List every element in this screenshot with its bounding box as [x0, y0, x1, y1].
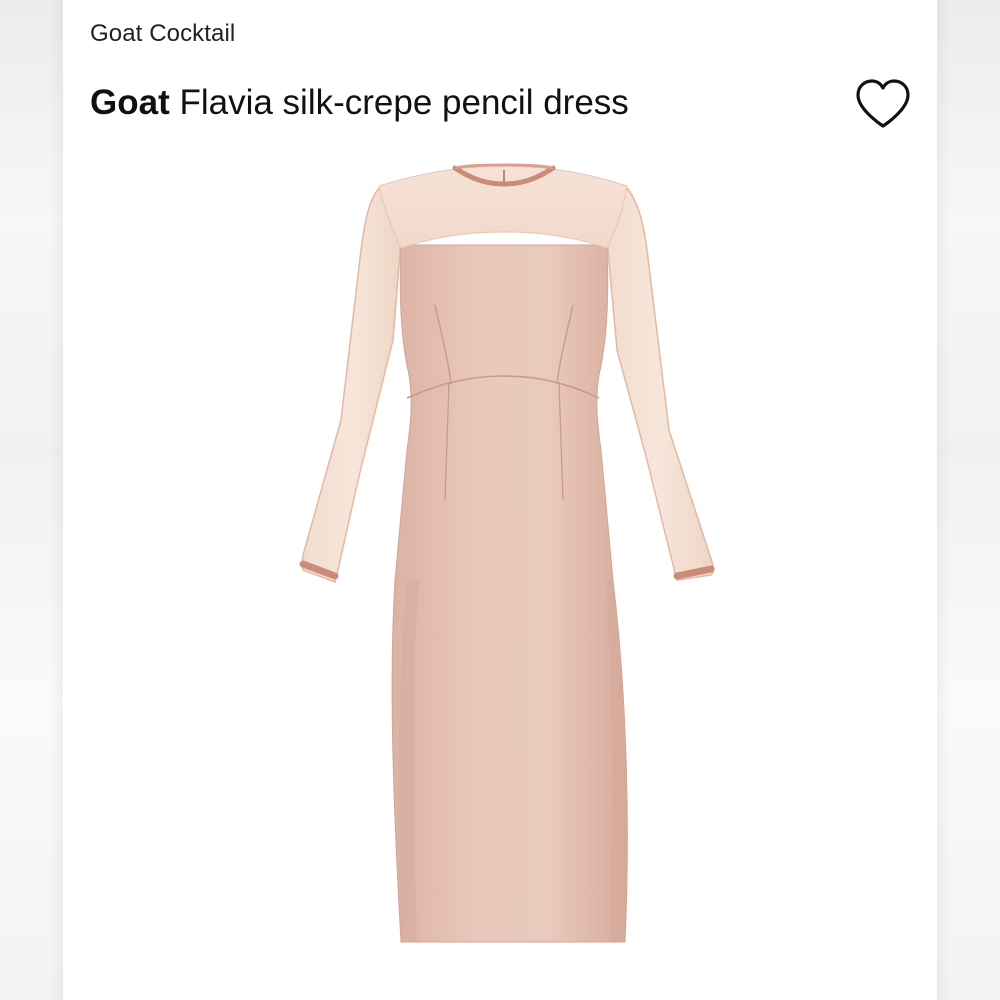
listing-card: Goat Cocktail Goat Flavia silk-crepe pen…: [63, 0, 937, 1000]
dress-body: [391, 244, 628, 943]
brand-name: Goat: [90, 83, 170, 122]
screen: Goat Cocktail Goat Flavia silk-crepe pen…: [0, 0, 1000, 1000]
product-image[interactable]: [283, 160, 723, 950]
favorite-heart-icon[interactable]: [854, 78, 912, 130]
dress-illustration: [299, 163, 715, 943]
right-sleeve: [606, 186, 715, 581]
category-label: Goat Cocktail: [90, 20, 236, 47]
left-background-strip: [0, 0, 63, 1000]
product-title: Goat Flavia silk-crepe pencil dress: [90, 83, 629, 123]
left-sleeve: [301, 186, 402, 583]
product-name: Flavia silk-crepe pencil dress: [179, 83, 629, 122]
right-background-strip: [937, 0, 1000, 1000]
